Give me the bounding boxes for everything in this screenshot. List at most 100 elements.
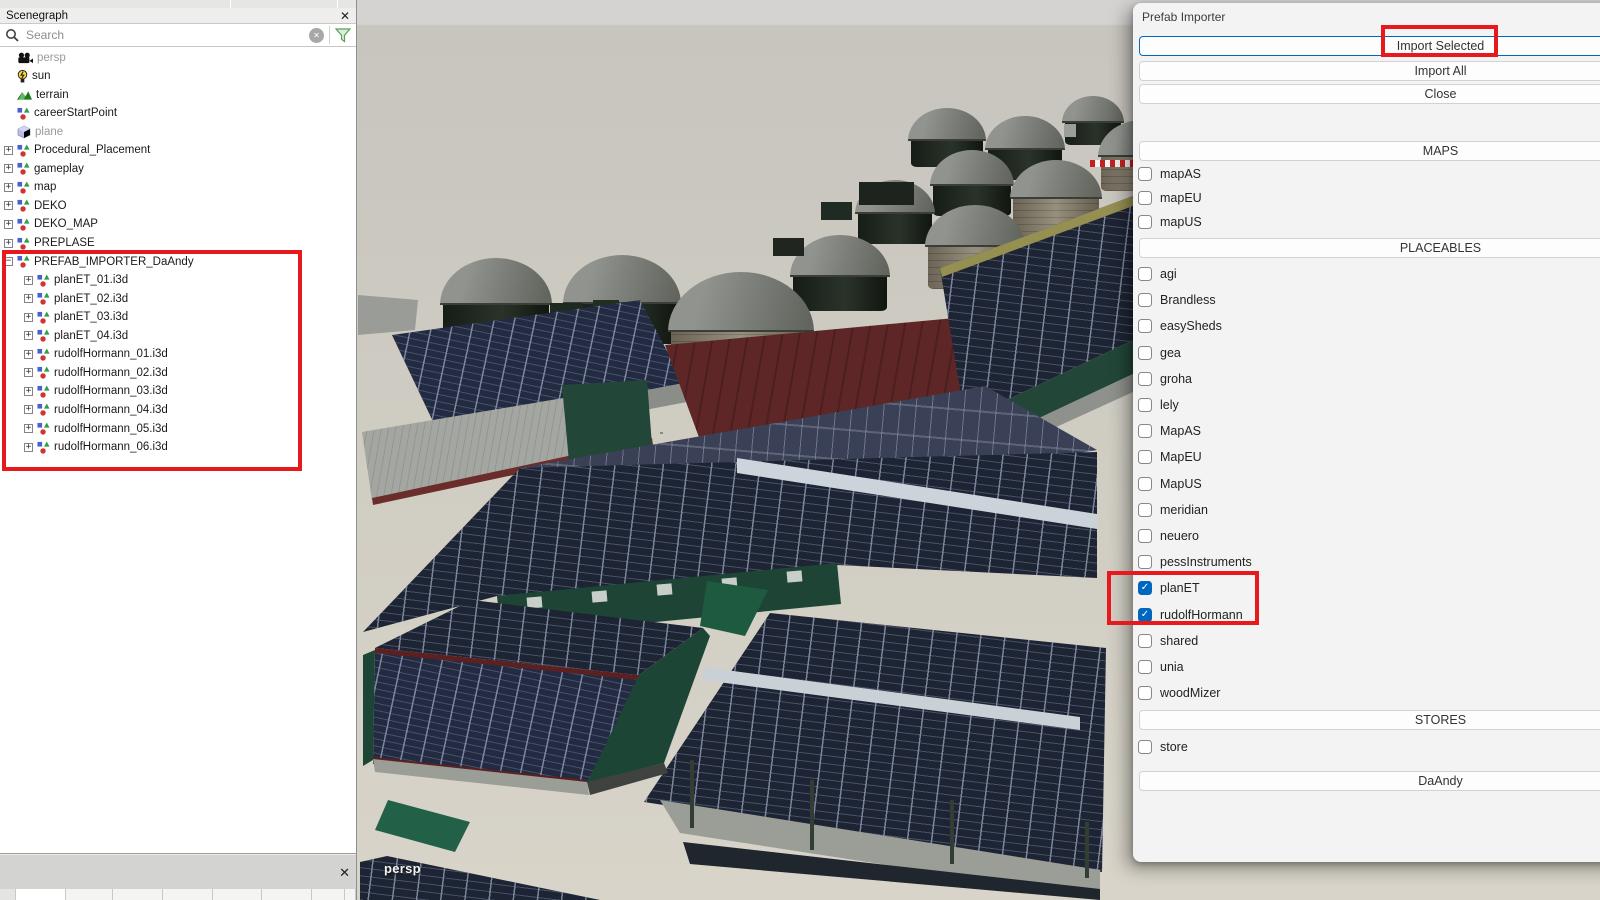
checkbox-row-mapEU[interactable]: mapEU [1138, 187, 1202, 209]
checkbox-mapAS[interactable] [1138, 167, 1152, 181]
cell[interactable] [16, 889, 66, 900]
checkbox-neuero[interactable] [1138, 529, 1152, 543]
checkbox-row-store[interactable]: store [1138, 736, 1188, 758]
tree-item-careerStartPoint[interactable]: careerStartPoint [0, 104, 356, 123]
cell[interactable] [312, 889, 345, 900]
plus-expander-icon[interactable]: + [4, 183, 13, 192]
checkbox-row-woodMizer[interactable]: woodMizer [1138, 682, 1220, 704]
tree-item-label: sun [32, 70, 51, 82]
search-input[interactable] [24, 27, 304, 43]
plus-expander-icon[interactable]: + [4, 146, 13, 155]
checkbox-row-gea[interactable]: gea [1138, 342, 1181, 364]
plus-expander-icon[interactable]: + [4, 164, 13, 173]
cell[interactable] [0, 889, 16, 900]
checkbox-groha[interactable] [1138, 372, 1152, 386]
tree-item-label: DEKO [34, 200, 67, 212]
checkbox-row-pessInstruments[interactable]: pessInstruments [1138, 551, 1252, 573]
checkbox-label: gea [1160, 346, 1181, 360]
close-icon[interactable]: ✕ [340, 10, 350, 22]
tree-item-label: careerStartPoint [34, 107, 117, 119]
daandy-button[interactable]: DaAndy [1139, 771, 1600, 791]
import-selected-button[interactable]: Import Selected [1139, 36, 1600, 56]
checkbox-row-MapAS[interactable]: MapAS [1138, 420, 1201, 442]
barn-window [657, 583, 673, 595]
transform-group-icon [17, 237, 30, 250]
tree-item-Procedural_Placement[interactable]: + Procedural_Placement [0, 141, 356, 160]
cell[interactable] [66, 889, 113, 900]
light-bulb-icon [17, 69, 28, 84]
checkbox-Brandless[interactable] [1138, 293, 1152, 307]
checkbox-row-agi[interactable]: agi [1138, 263, 1177, 285]
checkbox-mapUS[interactable] [1138, 215, 1152, 229]
checkbox-row-meridian[interactable]: meridian [1138, 499, 1208, 521]
plus-expander-icon[interactable]: + [4, 220, 13, 229]
checkbox-pessInstruments[interactable] [1138, 555, 1152, 569]
checkbox-row-MapUS[interactable]: MapUS [1138, 473, 1202, 495]
tree-item-DEKO_MAP[interactable]: +DEKO_MAP [0, 215, 356, 234]
checkbox-row-neuero[interactable]: neuero [1138, 525, 1199, 547]
cell[interactable] [113, 889, 163, 900]
plus-expander-icon[interactable]: + [4, 201, 13, 210]
tree-item-label: gameplay [34, 163, 84, 175]
search-icon [5, 28, 19, 42]
section-header-placeables[interactable]: PLACEABLES [1139, 238, 1600, 258]
prefab-importer-window: Prefab Importer Import Selected Import A… [1133, 3, 1600, 862]
import-all-button[interactable]: Import All [1139, 61, 1600, 81]
checkbox-row-Brandless[interactable]: Brandless [1138, 289, 1216, 311]
checkbox-meridian[interactable] [1138, 503, 1152, 517]
cell[interactable] [345, 889, 356, 900]
close-icon[interactable]: ✕ [339, 866, 350, 879]
tree-item-label: Procedural_Placement [34, 144, 150, 156]
checkbox-label: agi [1160, 267, 1177, 281]
checkbox-unia[interactable] [1138, 660, 1152, 674]
cell[interactable] [262, 889, 312, 900]
plus-expander-icon[interactable]: + [4, 239, 13, 248]
annotation-box-tree [2, 250, 302, 471]
filter-icon[interactable] [335, 28, 351, 43]
checkbox-lely[interactable] [1138, 398, 1152, 412]
checkbox-MapEU[interactable] [1138, 450, 1152, 464]
clear-search-icon[interactable]: ✕ [309, 28, 324, 43]
checkbox-gea[interactable] [1138, 346, 1152, 360]
tree-item-sun[interactable]: sun [0, 67, 356, 86]
editor-root: persp Scenegraph ✕ ✕ perspsunterraincare… [0, 0, 1600, 900]
checkbox-store[interactable] [1138, 740, 1152, 754]
checkbox-row-mapUS[interactable]: mapUS [1138, 211, 1202, 233]
checkbox-MapUS[interactable] [1138, 477, 1152, 491]
checkbox-row-lely[interactable]: lely [1138, 394, 1179, 416]
section-header-stores[interactable]: STORES [1139, 710, 1600, 730]
checkbox-row-groha[interactable]: groha [1138, 368, 1192, 390]
checkbox-label: meridian [1160, 503, 1208, 517]
checkbox-label: easySheds [1160, 319, 1222, 333]
red-white-marker [1090, 160, 1134, 167]
checkbox-row-shared[interactable]: shared [1138, 630, 1198, 652]
transform-group-icon [17, 107, 30, 120]
checkbox-woodMizer[interactable] [1138, 686, 1152, 700]
checkbox-row-mapAS[interactable]: mapAS [1138, 163, 1201, 185]
barn-window [527, 596, 543, 608]
checkbox-label: lely [1160, 398, 1179, 412]
tree-item-persp[interactable]: persp [0, 48, 356, 67]
checkbox-mapEU[interactable] [1138, 191, 1152, 205]
cell[interactable] [213, 889, 262, 900]
checkbox-shared[interactable] [1138, 634, 1152, 648]
container-box [773, 238, 804, 256]
cell[interactable] [163, 889, 213, 900]
checkbox-row-easySheds[interactable]: easySheds [1138, 315, 1222, 337]
tree-item-map[interactable]: +map [0, 178, 356, 197]
carport-post [810, 780, 814, 850]
checkbox-row-unia[interactable]: unia [1138, 656, 1184, 678]
checkbox-row-MapEU[interactable]: MapEU [1138, 446, 1202, 468]
checkbox-MapAS[interactable] [1138, 424, 1152, 438]
scenegraph-search-bar: ✕ [0, 24, 356, 47]
tree-item-DEKO[interactable]: + DEKO [0, 196, 356, 215]
checkbox-label: MapEU [1160, 450, 1202, 464]
tree-item-terrain[interactable]: terrain [0, 85, 356, 104]
section-header-maps[interactable]: MAPS [1139, 141, 1600, 161]
close-button[interactable]: Close [1139, 84, 1600, 104]
checkbox-agi[interactable] [1138, 267, 1152, 281]
tree-item-plane[interactable]: plane [0, 122, 356, 141]
checkbox-easySheds[interactable] [1138, 319, 1152, 333]
scenegraph-titlebar: Scenegraph ✕ [0, 8, 356, 24]
tree-item-gameplay[interactable]: + gameplay [0, 159, 356, 178]
